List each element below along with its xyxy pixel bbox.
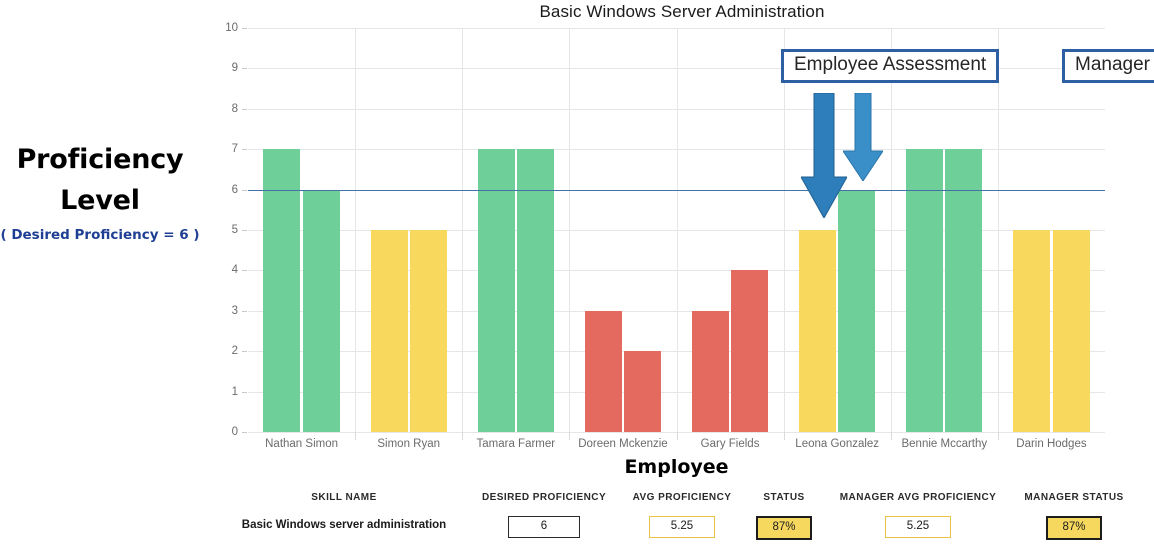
x-tick-separator [783, 432, 785, 440]
bar-employee [263, 149, 301, 432]
bar-manager [516, 149, 554, 432]
y-tick-label: 10 [225, 22, 238, 34]
summary-header-manager-avg-proficiency: MANAGER AVG PROFICIENCY [839, 492, 997, 503]
x-tick-separator [355, 432, 357, 440]
chart-container: Basic Windows Server Administration 0 1 2 3… [210, 0, 1154, 480]
x-gridline [890, 28, 892, 432]
x-gridline [355, 28, 357, 432]
desired-proficiency-value: 6 [508, 516, 580, 538]
manager-status-badge: 87% [1046, 516, 1102, 540]
summary-header-manager-status: MANAGER STATUS [1024, 492, 1124, 503]
y-tick-mark [242, 391, 247, 393]
x-tick-label: Bennie Mccarthy [901, 438, 988, 450]
bar-manager [838, 189, 876, 432]
callout-manager-assessment: Manager Assessment [1062, 49, 1154, 83]
y-tick-mark [242, 432, 247, 433]
summary-cell-skill-name: Basic Windows server administration [241, 519, 447, 531]
bar-employee [799, 230, 836, 432]
x-tick-label: Tamara Farmer [476, 438, 556, 450]
x-gridline [676, 28, 678, 432]
y-tick-label: 5 [231, 224, 238, 236]
summary-header-desired-proficiency: DESIRED PROFICIENCY [481, 492, 607, 503]
x-gridline [783, 28, 785, 432]
callout-employee-assessment: Employee Assessment [781, 49, 1000, 83]
bar-employee [906, 149, 944, 432]
y-tick-label: 8 [231, 102, 238, 115]
x-tick-separator [462, 432, 464, 440]
status-badge: 87% [756, 516, 812, 540]
summary-header-status: STATUS [763, 492, 805, 503]
summary-cell-desired-proficiency: 6 [508, 516, 580, 538]
bar-manager [945, 149, 983, 432]
down-arrow-icon-manager [843, 93, 883, 181]
proficiency-level-line2: Level [60, 184, 140, 216]
bar-manager [409, 230, 447, 432]
bar-employee [691, 310, 729, 432]
bar-manager [1052, 230, 1090, 432]
y-tick-label: 9 [231, 62, 238, 75]
x-tick-separator [890, 432, 892, 440]
y-tick-mark [242, 108, 247, 110]
y-tick-mark [242, 230, 247, 231]
y-tick-mark [242, 310, 247, 312]
y-tick-mark [242, 68, 247, 70]
y-tick-label: 7 [231, 143, 238, 156]
summary-header-skill-name: SKILL NAME [311, 492, 377, 503]
summary-table: SKILL NAME DESIRED PROFICIENCY AVG PROFI… [0, 484, 1154, 547]
y-tick-mark [242, 351, 247, 353]
y-tick-mark [242, 189, 247, 191]
bar-manager [731, 270, 769, 432]
y-tick-label: 6 [231, 183, 238, 196]
x-tick-label: Darin Hodges [1016, 438, 1087, 450]
y-tick-mark [242, 149, 247, 151]
y-tick-mark [242, 270, 247, 272]
y-tick-label: 4 [231, 264, 238, 277]
y-axis-caption: Proficiency Level ( Desired Proficiency … [0, 140, 200, 243]
x-gridline [569, 28, 571, 432]
x-tick-label: Simon Ryan [377, 438, 441, 450]
x-gridline [462, 28, 464, 432]
plot-area: 0 1 2 3 4 5 6 7 8 9 10 [225, 22, 1105, 438]
summary-cell-avg-proficiency: 5.25 [649, 516, 715, 538]
avg-proficiency-value: 5.25 [649, 516, 715, 538]
desired-proficiency-note: ( Desired Proficiency = 6 ) [0, 227, 200, 243]
bar-employee [1013, 230, 1051, 432]
summary-header-avg-proficiency: AVG PROFICIENCY [632, 492, 732, 503]
x-tick-separator [997, 432, 999, 440]
summary-cell-manager-status: 87% [1046, 516, 1102, 540]
x-tick-label: Gary Fields [700, 438, 760, 450]
x-tick-label: Doreen Mckenzie [578, 438, 668, 450]
y-tick-label: 3 [231, 304, 238, 317]
manager-avg-proficiency-value: 5.25 [885, 516, 951, 538]
bar-employee [370, 230, 408, 432]
y-tick-label: 1 [231, 385, 238, 398]
bar-manager [302, 189, 340, 432]
summary-cell-status: 87% [756, 516, 812, 540]
bar-employee [477, 149, 515, 432]
bar-manager [624, 351, 662, 432]
x-axis-title: Employee [624, 456, 729, 478]
down-arrow-icon-employee [801, 93, 847, 218]
y-tick-label: 2 [231, 345, 238, 358]
y-tick-mark [242, 28, 247, 29]
summary-cell-manager-avg-proficiency: 5.25 [885, 516, 951, 538]
proficiency-level-line1: Proficiency [16, 144, 184, 175]
x-tick-label: Nathan Simon [265, 438, 338, 450]
desired-proficiency-threshold-line [248, 189, 1105, 192]
x-tick-separator [676, 432, 678, 440]
x-tick-separator [569, 432, 571, 440]
chart-title: Basic Windows Server Administration [539, 2, 825, 21]
bar-employee [584, 310, 622, 432]
x-tick-label: Leona Gonzalez [795, 438, 880, 450]
x-gridline [997, 28, 999, 432]
y-tick-label: 0 [231, 426, 238, 438]
